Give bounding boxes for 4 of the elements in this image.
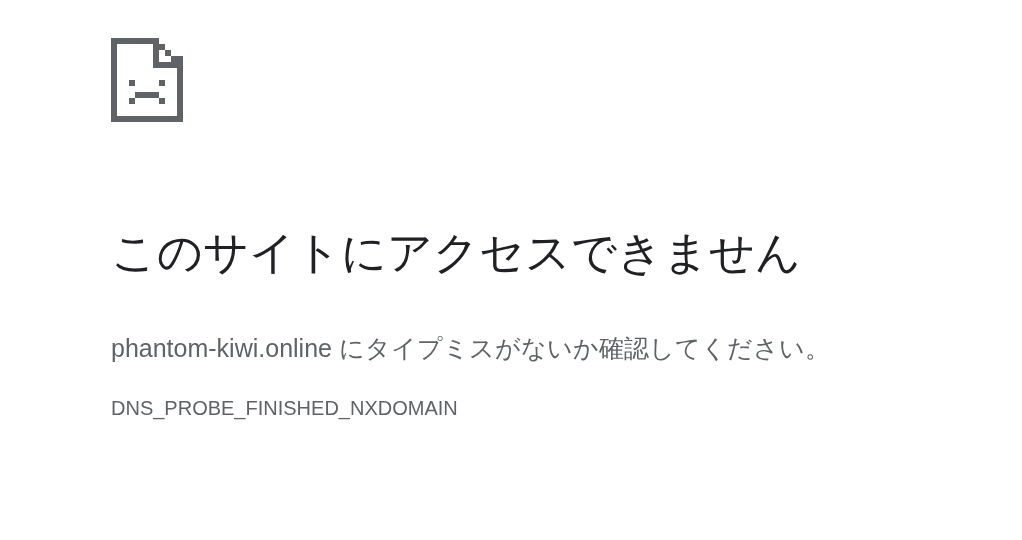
sad-page-icon (111, 37, 183, 123)
error-message: phantom-kiwi.online にタイプミスがないか確認してください。 (111, 333, 831, 364)
error-heading: このサイトにアクセスできません (111, 226, 801, 280)
error-code: DNS_PROBE_FINISHED_NXDOMAIN (111, 396, 458, 422)
